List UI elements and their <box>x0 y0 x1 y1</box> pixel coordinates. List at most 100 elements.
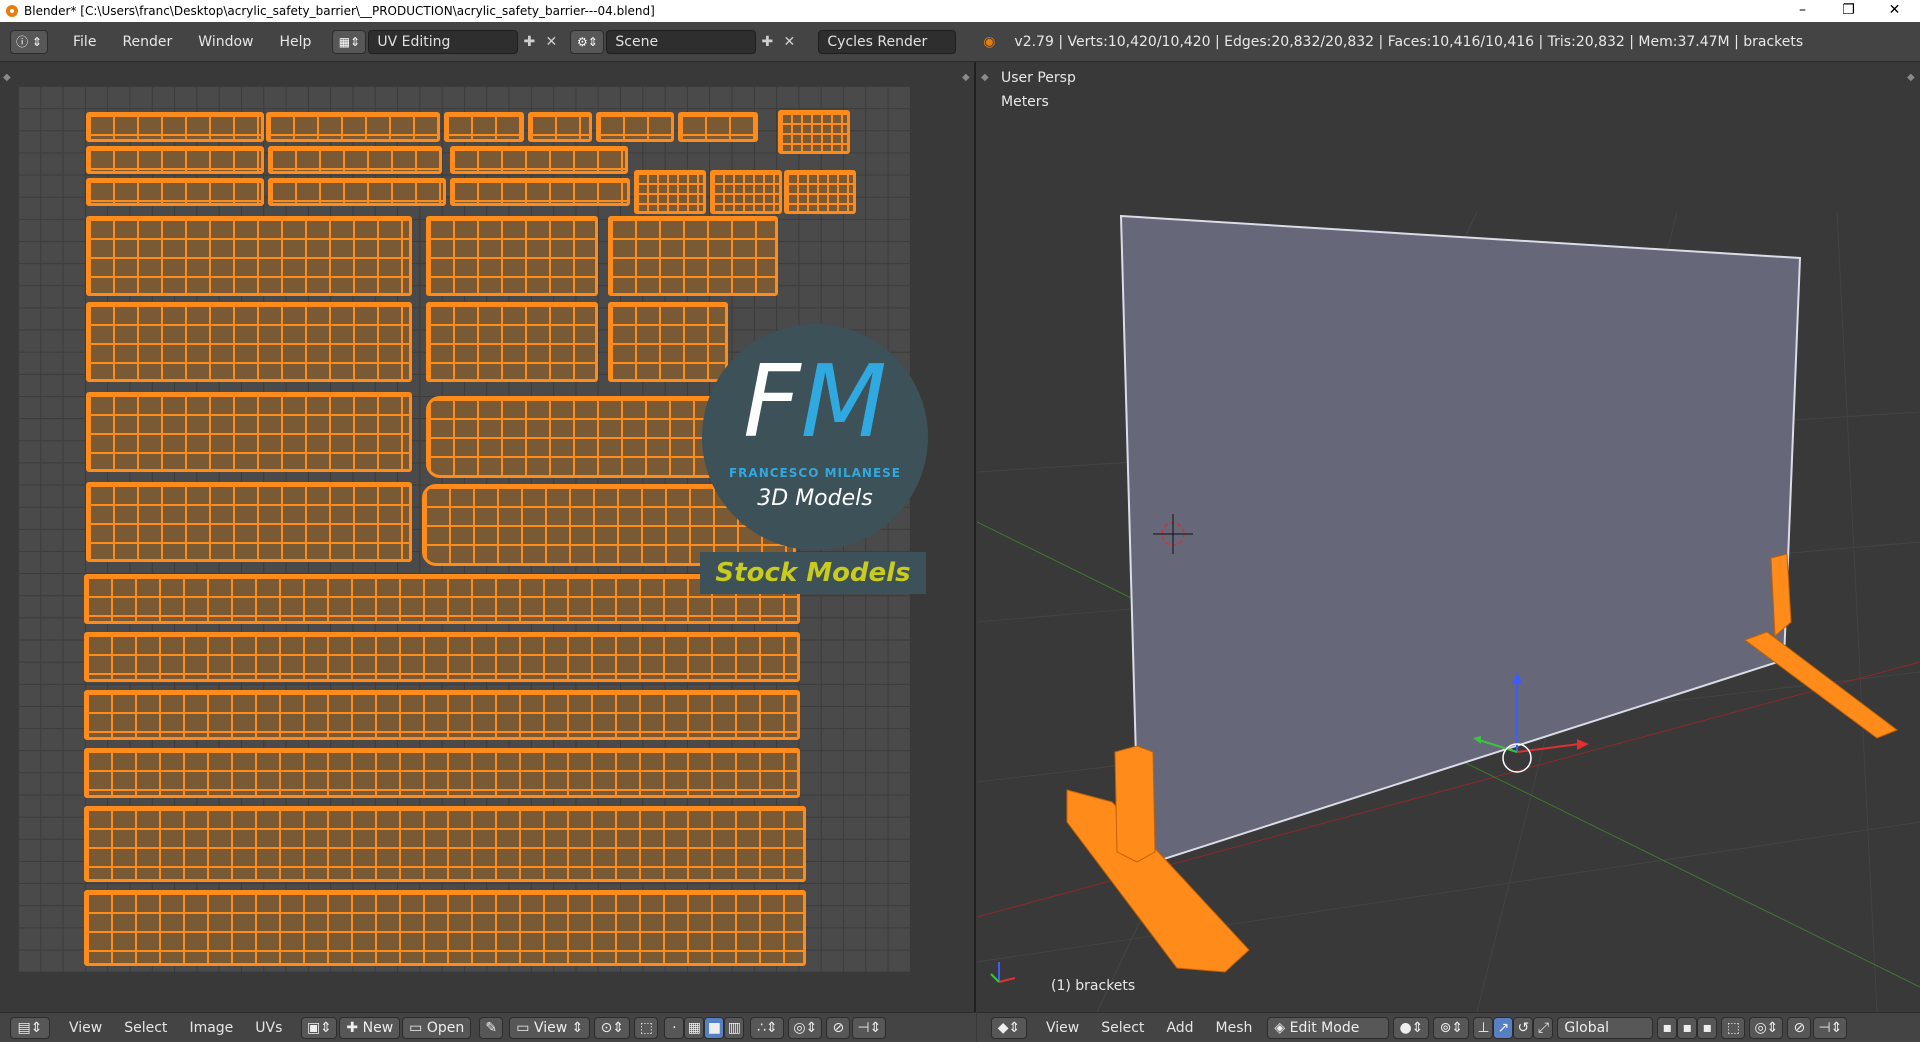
view-mode-dropdown[interactable]: ▭ View ⇕ <box>509 1016 591 1039</box>
remove-screen-icon[interactable]: ✕ <box>540 30 562 54</box>
scene-dropdown[interactable]: Scene <box>606 29 757 54</box>
add-scene-icon[interactable]: ✚ <box>756 30 778 54</box>
minimize-button[interactable]: – <box>1780 0 1825 22</box>
stock-models-banner: Stock Models <box>700 552 926 594</box>
scene-icon[interactable]: ⚙⇕ <box>570 29 605 54</box>
fm-logo-subtitle: 3D Models <box>757 486 873 511</box>
menu-render[interactable]: Render <box>109 30 185 54</box>
rotate-manipulator-icon[interactable]: ↺ <box>1513 1016 1534 1039</box>
manipulator-toggle-icon[interactable]: ⊥ <box>1473 1016 1494 1039</box>
view-mode-arrows: ⇕ <box>567 1019 584 1036</box>
uv-island <box>84 806 806 882</box>
area-split-corner-icon[interactable]: ◆ <box>981 72 989 83</box>
uv-island <box>86 482 412 562</box>
uv-island <box>268 146 442 174</box>
proportional-edit-icon[interactable]: ◎⇕ <box>788 1016 823 1039</box>
add-screen-icon[interactable]: ✚ <box>518 30 540 54</box>
uv-island <box>266 112 440 142</box>
uv-editor-type-button[interactable]: ▤⇕ <box>10 1016 50 1039</box>
uv-menu-select[interactable]: Select <box>113 1017 178 1039</box>
uv-island <box>84 890 806 966</box>
menu-file[interactable]: File <box>60 30 109 54</box>
uv-island <box>444 112 524 142</box>
translate-manipulator-icon[interactable]: ↗ <box>1493 1016 1514 1039</box>
view-name-label: User Persp <box>1001 70 1076 86</box>
open-image-button[interactable]: ▭ Open <box>402 1016 472 1039</box>
units-label: Meters <box>1001 94 1049 110</box>
snap-icon[interactable]: ⊘ <box>1787 1016 1812 1039</box>
scale-manipulator-icon[interactable]: ⤢ <box>1533 1016 1554 1039</box>
info-editor-type-button[interactable]: ⓘ ⇕ <box>10 29 48 54</box>
pivot-icon[interactable]: ⊙⇕ <box>594 1016 631 1039</box>
maximize-button[interactable]: ❐ <box>1826 0 1871 22</box>
uv-island <box>84 574 800 624</box>
sync-selection-icon[interactable]: ⬚ <box>634 1016 659 1039</box>
3d-menu-add[interactable]: Add <box>1155 1017 1204 1039</box>
uv-menu-view[interactable]: View <box>58 1017 113 1039</box>
uv-island <box>778 110 850 154</box>
uv-island <box>86 216 412 296</box>
fm-logo-f: F <box>743 343 801 460</box>
pivot-point-icon[interactable]: ⊚⇕ <box>1433 1016 1470 1039</box>
uv-menu-uvs[interactable]: UVs <box>244 1017 293 1039</box>
screen-layout-icon[interactable]: ▦⇕ <box>332 29 367 54</box>
uv-island <box>450 178 630 206</box>
area-split-corner-icon[interactable]: ◆ <box>962 72 970 83</box>
remove-scene-icon[interactable]: ✕ <box>778 30 800 54</box>
active-object-label: (1) brackets <box>1051 978 1136 994</box>
render-engine-dropdown[interactable]: Cycles Render <box>818 29 957 54</box>
uv-island <box>528 112 592 142</box>
face-select-icon[interactable]: ■ <box>704 1016 725 1039</box>
menu-help[interactable]: Help <box>266 30 324 54</box>
snap-target-icon[interactable]: ⊣⇕ <box>852 1016 887 1039</box>
mode-dropdown[interactable]: ◈ Edit Mode <box>1267 1016 1390 1039</box>
uv-menu-image[interactable]: Image <box>178 1017 244 1039</box>
layer-icon[interactable]: ▪ <box>1697 1016 1718 1039</box>
fm-watermark-logo: FM FRANCESCO MILANESE 3D Models <box>702 324 928 550</box>
sticky-select-icon[interactable]: ∴⇕ <box>750 1016 785 1039</box>
uv-island <box>426 302 598 382</box>
pin-icon[interactable]: ✎ <box>479 1016 504 1039</box>
orientation-dropdown[interactable]: Global <box>1557 1016 1654 1039</box>
close-button[interactable]: ✕ <box>1872 0 1917 22</box>
uv-island <box>678 112 758 142</box>
edit-mode-icon: ◈ <box>1274 1019 1290 1036</box>
uv-island <box>86 392 412 472</box>
3d-menu-mesh[interactable]: Mesh <box>1205 1017 1264 1039</box>
viewport-scene <box>977 211 1920 1012</box>
uv-island <box>84 748 800 798</box>
island-select-icon[interactable]: ▥ <box>724 1016 745 1039</box>
3d-editor-type-button[interactable]: ◆⇕ <box>991 1016 1027 1039</box>
screen-layout-dropdown[interactable]: UV Editing <box>368 29 519 54</box>
3d-menu-select[interactable]: Select <box>1090 1017 1155 1039</box>
folder-icon: ▭ <box>409 1019 427 1036</box>
snap-target-icon[interactable]: ⊣⇕ <box>1813 1016 1848 1039</box>
new-image-button[interactable]: ✚ New <box>339 1016 401 1039</box>
blender-logo-icon: ◉ <box>983 33 996 50</box>
mode-label: Edit Mode <box>1289 1019 1360 1036</box>
uv-island <box>86 302 412 382</box>
layer-icon[interactable]: ▪ <box>1677 1016 1698 1039</box>
window-title: Blender* [C:\Users\franc\Desktop\acrylic… <box>24 4 655 18</box>
view-mode-label: View <box>533 1019 568 1036</box>
open-image-label: Open <box>426 1019 465 1036</box>
3d-viewport[interactable]: ◆ ◆ User Persp Meters (1) brackets <box>977 62 1920 1012</box>
uv-island <box>84 690 800 740</box>
menu-window[interactable]: Window <box>185 30 266 54</box>
occlude-geometry-icon[interactable]: ⬚ <box>1721 1016 1746 1039</box>
area-split-corner-icon[interactable]: ◆ <box>3 72 11 83</box>
image-browse-icon[interactable]: ▣⇕ <box>301 1016 338 1039</box>
uv-image-editor[interactable]: ◆ ◆ FM FRANCESCO MILANESE 3D Models Stoc… <box>0 62 976 1012</box>
uv-editor-footer: ▤⇕ View Select Image UVs ▣⇕ ✚ New ▭ Open… <box>0 1012 976 1042</box>
snap-icon[interactable]: ⊘ <box>826 1016 851 1039</box>
fm-logo-m: M <box>800 343 887 460</box>
shading-icon[interactable]: ●⇕ <box>1393 1016 1430 1039</box>
layer-icon[interactable]: ▪ <box>1657 1016 1678 1039</box>
uv-island <box>608 216 778 296</box>
area-split-corner-icon[interactable]: ◆ <box>1907 72 1915 83</box>
edge-select-icon[interactable]: ▦ <box>684 1016 705 1039</box>
proportional-edit-icon[interactable]: ◎⇕ <box>1749 1016 1784 1039</box>
uv-island <box>86 146 264 174</box>
3d-menu-view[interactable]: View <box>1035 1017 1090 1039</box>
vertex-select-icon[interactable]: · <box>664 1016 685 1039</box>
